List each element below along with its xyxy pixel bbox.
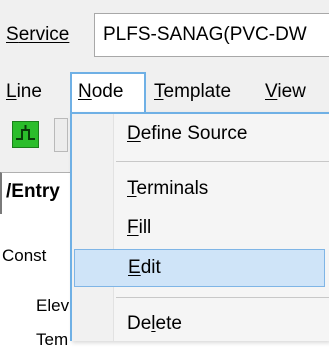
network-node-icon [16, 125, 35, 140]
const-label: Const [2, 246, 47, 265]
menu-item-define-source[interactable]: Define Source [72, 116, 329, 152]
menu-line[interactable]: Line [6, 72, 42, 114]
menu-item-terminals[interactable]: Terminals [72, 171, 329, 207]
menu-bar: Line Node Template View [0, 72, 329, 114]
service-label: Service [6, 24, 70, 45]
menu-view[interactable]: View [265, 72, 306, 114]
toolbar-button-partial[interactable] [54, 118, 68, 152]
menu-node[interactable]: Node [70, 72, 146, 112]
network-node-button[interactable] [12, 121, 39, 148]
menu-template[interactable]: Template [154, 72, 231, 114]
tem-label: Tem [36, 330, 69, 349]
menu-item-edit[interactable]: Edit [74, 249, 325, 287]
menu-item-fill[interactable]: Fill [72, 210, 329, 246]
node-dropdown-menu: Define Source Terminals Fill Edit Delete [70, 112, 329, 341]
menu-item-delete[interactable]: Delete [72, 306, 329, 342]
menu-separator [116, 297, 329, 298]
service-row: Service PLFS-SANAG(PVC-DW [0, 0, 329, 72]
tab-entry[interactable]: /Entry [0, 172, 80, 214]
service-dropdown[interactable]: PLFS-SANAG(PVC-DW [94, 13, 329, 57]
elev-label: Elev [36, 296, 70, 315]
menu-separator [116, 161, 329, 162]
